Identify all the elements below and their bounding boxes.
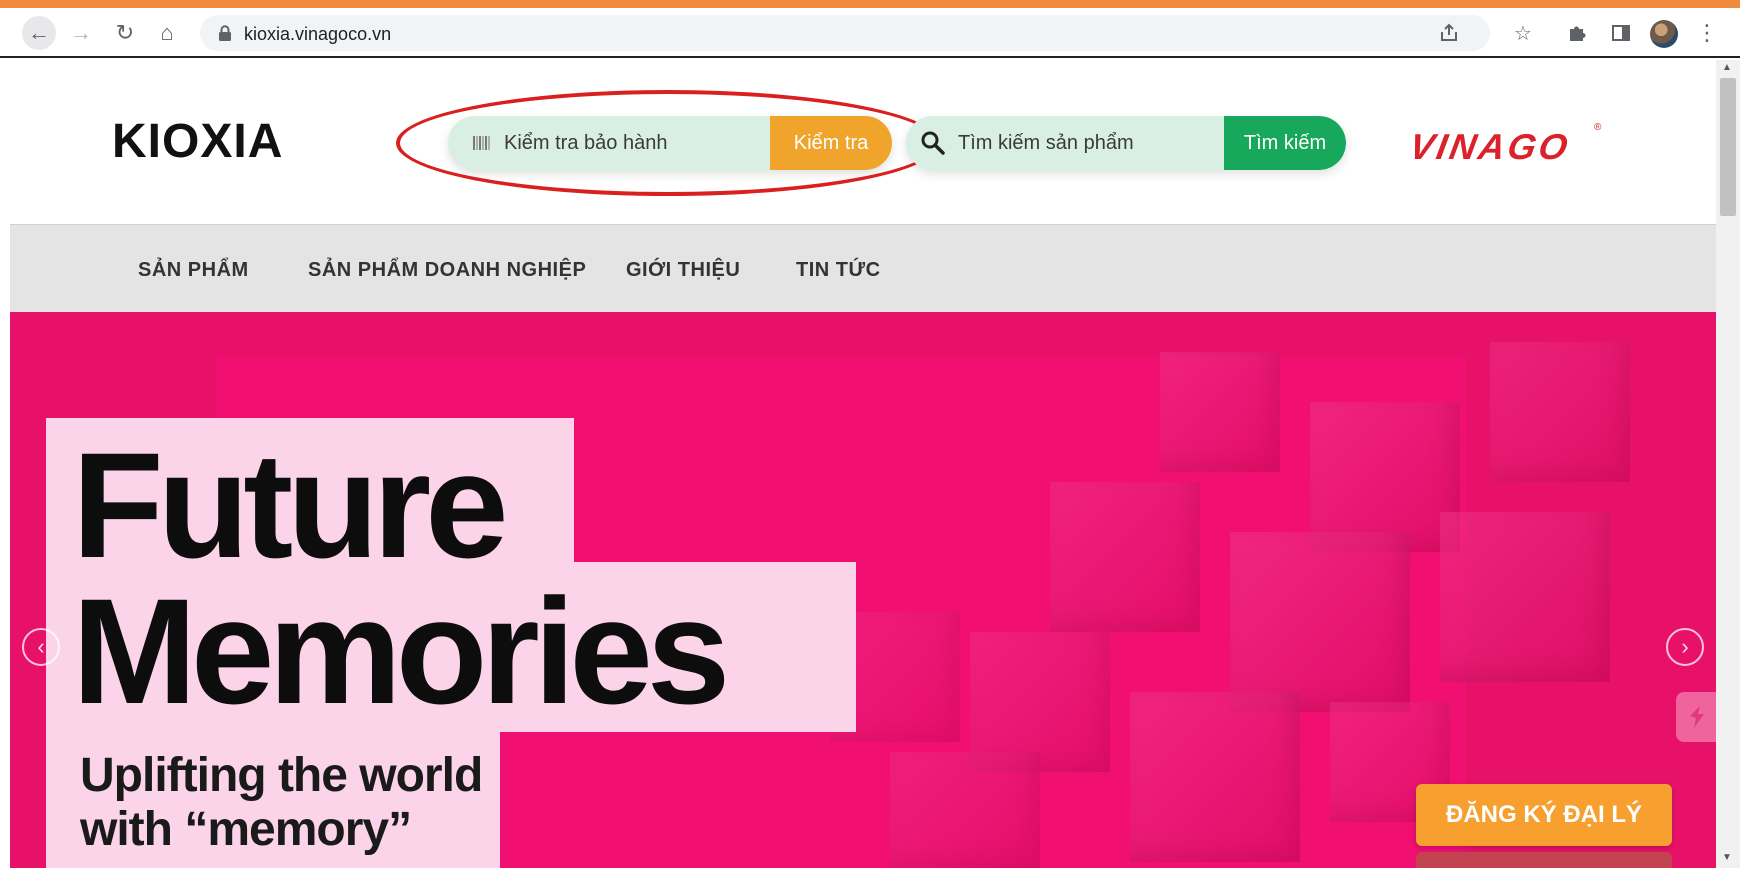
main-nav-menu: SẢN PHẨM SẢN PHẨM DOANH NGHIỆP GIỚI THIỆ… xyxy=(10,224,1716,312)
hero-cube xyxy=(1310,402,1460,552)
forward-arrow-icon[interactable]: → xyxy=(64,16,98,50)
star-icon[interactable]: ☆ xyxy=(1506,16,1540,50)
scrollbar-thumb[interactable] xyxy=(1720,78,1736,216)
profile-avatar[interactable] xyxy=(1650,20,1678,48)
dealer-register-button[interactable]: ĐĂNG KÝ ĐẠI LÝ xyxy=(1416,784,1672,846)
hero-cube xyxy=(1160,352,1280,472)
chevron-left-icon[interactable]: ‹ xyxy=(22,628,60,666)
webpage: KIOXIA Kiểm tra Tìm kiếm VINAGO ® xyxy=(10,60,1716,868)
warranty-check-button[interactable]: Kiểm tra xyxy=(770,116,892,170)
hero-cube xyxy=(970,632,1110,772)
lock-icon[interactable] xyxy=(218,25,232,41)
browser-toolbar: ← → ↻ ⌂ kioxia.vinagoco.vn ☆ ⋮ xyxy=(0,8,1740,58)
reload-icon[interactable]: ↻ xyxy=(108,16,142,50)
page-scrollbar[interactable]: ▲ ▼ xyxy=(1716,60,1740,868)
nav-item-san-pham[interactable]: SẢN PHẨM xyxy=(138,259,249,282)
back-arrow-icon[interactable]: ← xyxy=(22,16,56,50)
hero-banner-slider[interactable]: Future Memories Uplifting the world with… xyxy=(10,312,1716,868)
hotline-button[interactable]: Hotline: 1800.2345.80 xyxy=(1416,852,1672,868)
site-header: KIOXIA Kiểm tra Tìm kiếm VINAGO ® xyxy=(10,60,1716,224)
product-search-form: Tìm kiếm xyxy=(906,116,1346,170)
kioxia-logo[interactable]: KIOXIA xyxy=(112,114,283,169)
side-panel-icon[interactable] xyxy=(1604,16,1638,50)
url-text[interactable]: kioxia.vinagoco.vn xyxy=(244,24,391,45)
hero-title-line1: Future xyxy=(72,421,509,589)
hero-title-line2: Memories xyxy=(72,567,730,735)
warranty-input[interactable] xyxy=(504,116,774,170)
share-icon[interactable] xyxy=(1432,16,1466,50)
nav-item-gioi-thieu[interactable]: GIỚI THIỆU xyxy=(626,259,740,282)
browser-top-accent-stripe xyxy=(0,0,1740,8)
product-search-button[interactable]: Tìm kiếm xyxy=(1224,116,1346,170)
scroll-up-arrow-icon[interactable]: ▲ xyxy=(1722,62,1732,73)
hero-cube xyxy=(1230,532,1410,712)
hero-cube xyxy=(1130,692,1300,862)
barcode-icon xyxy=(473,136,490,150)
search-icon xyxy=(921,131,945,155)
warranty-check-form: Kiểm tra xyxy=(448,116,892,170)
hero-subtitle-line2: with “memory” xyxy=(80,803,412,856)
scroll-down-arrow-icon[interactable]: ▼ xyxy=(1722,852,1732,863)
hero-cube xyxy=(1490,342,1630,482)
nav-item-san-pham-doanh-nghiep[interactable]: SẢN PHẨM DOANH NGHIỆP xyxy=(308,259,586,282)
address-bar[interactable]: kioxia.vinagoco.vn xyxy=(200,15,1490,51)
vinago-logo[interactable]: VINAGO xyxy=(1406,126,1573,168)
hero-cube xyxy=(890,752,1040,868)
hero-cube xyxy=(1050,482,1200,632)
extensions-puzzle-icon[interactable] xyxy=(1560,16,1594,50)
hero-subtitle-line1: Uplifting the world xyxy=(80,749,483,802)
hero-cube xyxy=(1440,512,1610,682)
nav-item-tin-tuc[interactable]: TIN TỨC xyxy=(796,259,881,282)
kebab-menu-icon[interactable]: ⋮ xyxy=(1690,16,1724,50)
home-icon[interactable]: ⌂ xyxy=(150,16,184,50)
product-search-input[interactable] xyxy=(958,116,1228,170)
vinago-registered-mark: ® xyxy=(1594,122,1602,133)
chevron-right-icon[interactable]: › xyxy=(1666,628,1704,666)
widget-tab-icon[interactable] xyxy=(1676,692,1716,742)
